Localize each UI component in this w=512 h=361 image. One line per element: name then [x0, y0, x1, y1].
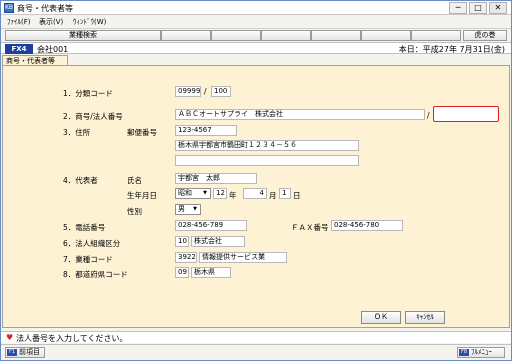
industry-code-field[interactable]: 3922	[175, 252, 197, 263]
prefecture-name: 栃木県	[191, 267, 231, 278]
industry-name: 情報提供サービス業	[199, 252, 287, 263]
classification-field-1[interactable]: 09999	[175, 86, 201, 97]
industry-search-button[interactable]: 業種検索	[5, 30, 161, 41]
address-label: 3．住所	[63, 128, 91, 137]
classification-field-2[interactable]: 100	[211, 86, 231, 97]
status-bar: ♥ 法人番号を入力してください。	[1, 331, 511, 343]
phone-field[interactable]: 028-456-789	[175, 220, 247, 231]
toolbar-blank-button-4[interactable]	[311, 30, 361, 41]
classification-label: 1．分類コード	[63, 89, 113, 98]
rep-name-label: 氏名	[127, 176, 142, 185]
prefecture-code-field[interactable]: 09	[175, 267, 189, 278]
title-bar: KB 商号・代表者等 ─ □ ✕	[1, 1, 511, 15]
chevron-down-icon: ▼	[203, 190, 207, 196]
window-title: 商号・代表者等	[17, 4, 73, 13]
era-select[interactable]: 昭和 ▼	[175, 188, 211, 199]
birth-day-field[interactable]: 1	[279, 188, 291, 199]
cancel-button[interactable]: ｷｬﾝｾﾙ	[405, 311, 445, 324]
fax-field[interactable]: 028-456-780	[331, 220, 403, 231]
gender-select[interactable]: 男 ▼	[175, 204, 201, 215]
era-value: 昭和	[178, 189, 192, 197]
heart-icon: ♥	[6, 333, 14, 342]
industry-code-label: 7．業種コード	[63, 255, 113, 264]
prefecture-label: 8．都道府県コード	[63, 270, 128, 279]
birth-date-label: 生年月日	[127, 191, 157, 200]
menu-window[interactable]: ｳｨﾝﾄﾞｳ(W)	[73, 17, 106, 27]
day-unit: 日	[293, 191, 301, 200]
f8-key-icon: F8	[459, 349, 469, 356]
org-type-code-field[interactable]: 10	[175, 236, 189, 247]
postal-code-field[interactable]: 123-4567	[175, 125, 237, 136]
year-unit: 年	[229, 191, 237, 200]
toolbar-blank-button-2[interactable]	[211, 30, 261, 41]
toolbar-blank-button-5[interactable]	[361, 30, 411, 41]
chevron-down-icon: ▼	[193, 206, 197, 212]
address-line2-field[interactable]	[175, 155, 359, 166]
trade-name-sep: /	[427, 111, 430, 120]
toolbar-blank-button-6[interactable]	[411, 30, 461, 41]
postal-code-label: 郵便番号	[127, 128, 157, 137]
form-panel: 1．分類コード 09999 / 100 2．商号/法人番号 ＡＢＣオートサプライ…	[2, 65, 510, 328]
birth-month-field[interactable]: 4	[243, 188, 267, 199]
toolbar: 業種検索 虎の巻	[1, 29, 511, 42]
main-window: KB 商号・代表者等 ─ □ ✕ ﾌｧｲﾙ(F) 表示(V) ｳｨﾝﾄﾞｳ(W)…	[0, 0, 512, 361]
menu-view[interactable]: 表示(V)	[39, 17, 63, 27]
month-unit: 月	[269, 191, 277, 200]
classification-sep: /	[204, 87, 207, 96]
menu-file[interactable]: ﾌｧｲﾙ(F)	[7, 17, 31, 27]
phone-label: 5．電話番号	[63, 223, 106, 232]
trade-name-label: 2．商号/法人番号	[63, 112, 123, 121]
gender-label: 性別	[127, 207, 142, 216]
f1-key-icon: F1	[7, 349, 17, 356]
ok-button[interactable]: ＯＫ	[361, 311, 401, 324]
minimize-button[interactable]: ─	[449, 2, 467, 14]
f1-previous-field-button[interactable]: F1 前項目	[5, 347, 45, 358]
representative-label: 4．代表者	[63, 176, 98, 185]
fax-label: ＦＡＸ番号	[291, 223, 329, 232]
maximize-button[interactable]: □	[469, 2, 487, 14]
status-message: 法人番号を入力してください。	[16, 334, 128, 343]
trade-name-field[interactable]: ＡＢＣオートサプライ 株式会社	[175, 109, 425, 120]
app-icon: KB	[4, 3, 14, 13]
toolbar-blank-button-3[interactable]	[261, 30, 311, 41]
org-type-label: 6．法人組織区分	[63, 239, 121, 248]
address-line1-field[interactable]: 栃木県宇都宮市鶴田町１２３４－５６	[175, 140, 359, 151]
menu-bar: ﾌｧｲﾙ(F) 表示(V) ｳｨﾝﾄﾞｳ(W)	[1, 15, 511, 29]
product-badge: FX4	[5, 44, 33, 54]
birth-year-field[interactable]: 12	[213, 188, 227, 199]
corporate-number-field[interactable]	[433, 106, 499, 122]
f1-label: 前項目	[19, 348, 40, 356]
gender-value: 男	[178, 205, 185, 213]
close-button[interactable]: ✕	[489, 2, 507, 14]
help-button[interactable]: 虎の巻	[463, 30, 507, 41]
function-key-bar: F1 前項目 F8 ﾌﾙﾒﾆｭｰ	[1, 344, 511, 360]
org-type-name: 株式会社	[191, 236, 245, 247]
rep-name-field[interactable]: 宇都宮 太郎	[175, 173, 257, 184]
info-bar: FX4 会社001 本日：平成27年 7月31日(金)	[1, 42, 511, 54]
f8-full-menu-button[interactable]: F8 ﾌﾙﾒﾆｭｰ	[457, 347, 505, 358]
f8-label: ﾌﾙﾒﾆｭｰ	[471, 348, 492, 356]
toolbar-blank-button-1[interactable]	[161, 30, 211, 41]
